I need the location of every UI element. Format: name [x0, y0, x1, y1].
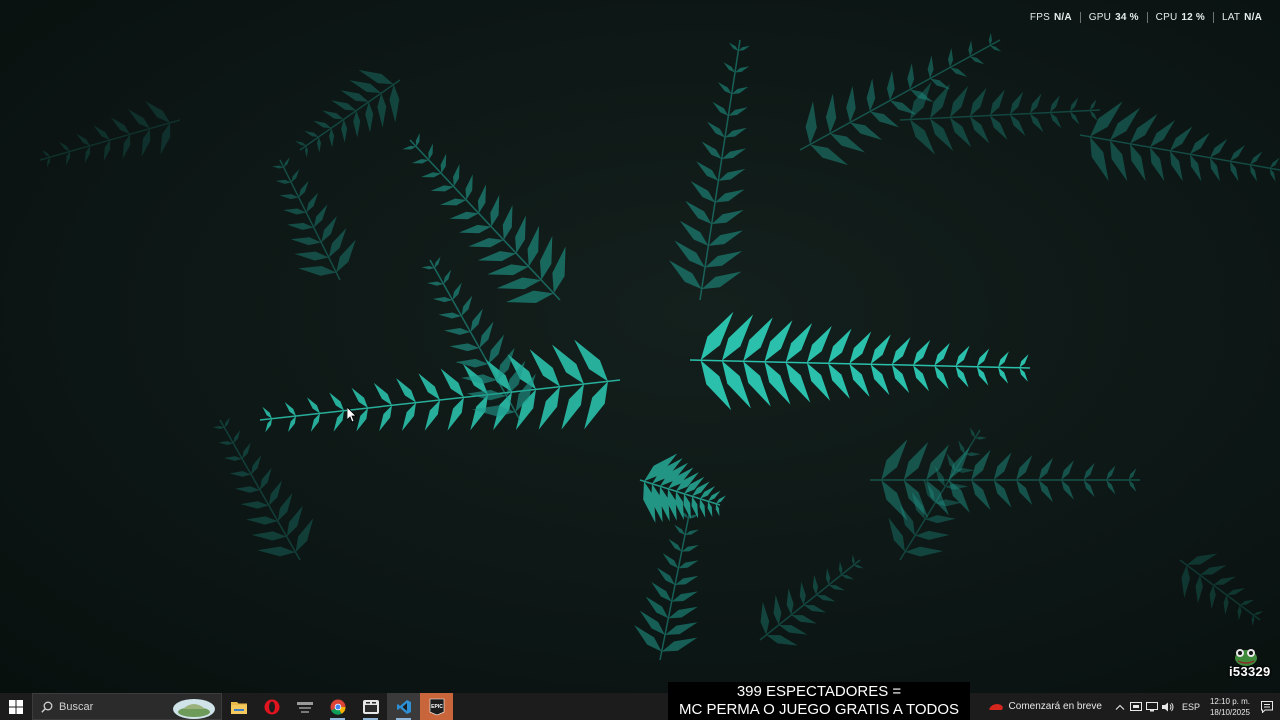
gpu-label: GPU: [1088, 12, 1112, 23]
mouse-cursor-icon: [347, 407, 357, 423]
fps-value: N/A: [1053, 12, 1072, 23]
search-highlight-icon: [173, 699, 215, 719]
search-placeholder: Buscar: [59, 700, 94, 713]
gpu-stat: GPU 34 %: [1079, 12, 1147, 23]
file-explorer-button[interactable]: [222, 693, 255, 720]
car-icon: [988, 703, 1003, 710]
folder-icon: [230, 701, 247, 714]
banner-line-1: 399 ESPECTADORES =: [736, 683, 902, 700]
network-icon: [1145, 701, 1158, 711]
media-icon: [362, 699, 379, 714]
mascot-label: i53329: [1229, 664, 1271, 679]
epic-icon: EPIC: [429, 698, 444, 715]
banner-line-2: MC PERMA O JUEGO GRATIS A TODOS: [678, 701, 960, 718]
fps-stat: FPS N/A: [1022, 12, 1080, 23]
news-widget[interactable]: Comenzará en breve: [988, 701, 1112, 712]
speaker-icon: [1161, 702, 1174, 711]
show-hidden-icons-button[interactable]: [1112, 693, 1128, 720]
search-icon: [41, 701, 53, 713]
desktop[interactable]: FPS N/A GPU 34 % CPU 12 % LAT N/A i53329: [0, 0, 1280, 693]
network-button[interactable]: [1144, 693, 1160, 720]
vscode-icon: [396, 699, 411, 714]
gpu-value: 34 %: [1115, 12, 1139, 23]
vscode-button[interactable]: [387, 693, 420, 720]
input-language[interactable]: ESP: [1176, 702, 1206, 712]
opera-button[interactable]: [255, 693, 288, 720]
chrome-button[interactable]: [321, 693, 354, 720]
launcher-icon: [296, 701, 313, 713]
fps-label: FPS: [1029, 12, 1050, 23]
performance-overlay: FPS N/A GPU 34 % CPU 12 % LAT N/A: [1022, 12, 1270, 23]
clock[interactable]: 12:10 p. m. 18/10/2025: [1206, 696, 1254, 718]
cpu-value: 12 %: [1181, 12, 1205, 23]
search-box[interactable]: Buscar: [32, 693, 222, 720]
system-tray: Comenzará en breve ESP 12:10 p. m. 18/10…: [988, 693, 1280, 720]
media-app-button[interactable]: [354, 693, 387, 720]
clock-date: 18/10/2025: [1209, 707, 1250, 717]
chrome-icon: [330, 699, 346, 715]
lat-label: LAT: [1221, 12, 1241, 23]
windows-icon: [9, 699, 23, 714]
cpu-label: CPU: [1155, 12, 1178, 23]
chevron-up-icon: [1115, 704, 1125, 710]
latency-stat: LAT N/A: [1212, 12, 1270, 23]
epic-label: EPIC: [431, 704, 443, 710]
lat-value: N/A: [1244, 12, 1262, 23]
stream-banner: 399 ESPECTADORES = MC PERMA O JUEGO GRAT…: [668, 682, 970, 720]
clock-time: 12:10 p. m.: [1209, 696, 1250, 706]
cpu-stat: CPU 12 %: [1146, 12, 1213, 23]
cast-tray-button[interactable]: [1128, 693, 1144, 720]
opera-icon: [264, 699, 279, 714]
volume-button[interactable]: [1160, 693, 1176, 720]
start-button[interactable]: [0, 693, 32, 720]
game-launcher-button[interactable]: [288, 693, 321, 720]
epic-games-button[interactable]: EPIC: [420, 693, 453, 720]
fern-wallpaper: [39, 32, 1280, 661]
news-widget-text: Comenzará en breve: [1008, 701, 1102, 712]
notifications-button[interactable]: [1254, 693, 1280, 720]
notification-icon: [1261, 700, 1273, 713]
cast-icon: [1129, 701, 1142, 711]
